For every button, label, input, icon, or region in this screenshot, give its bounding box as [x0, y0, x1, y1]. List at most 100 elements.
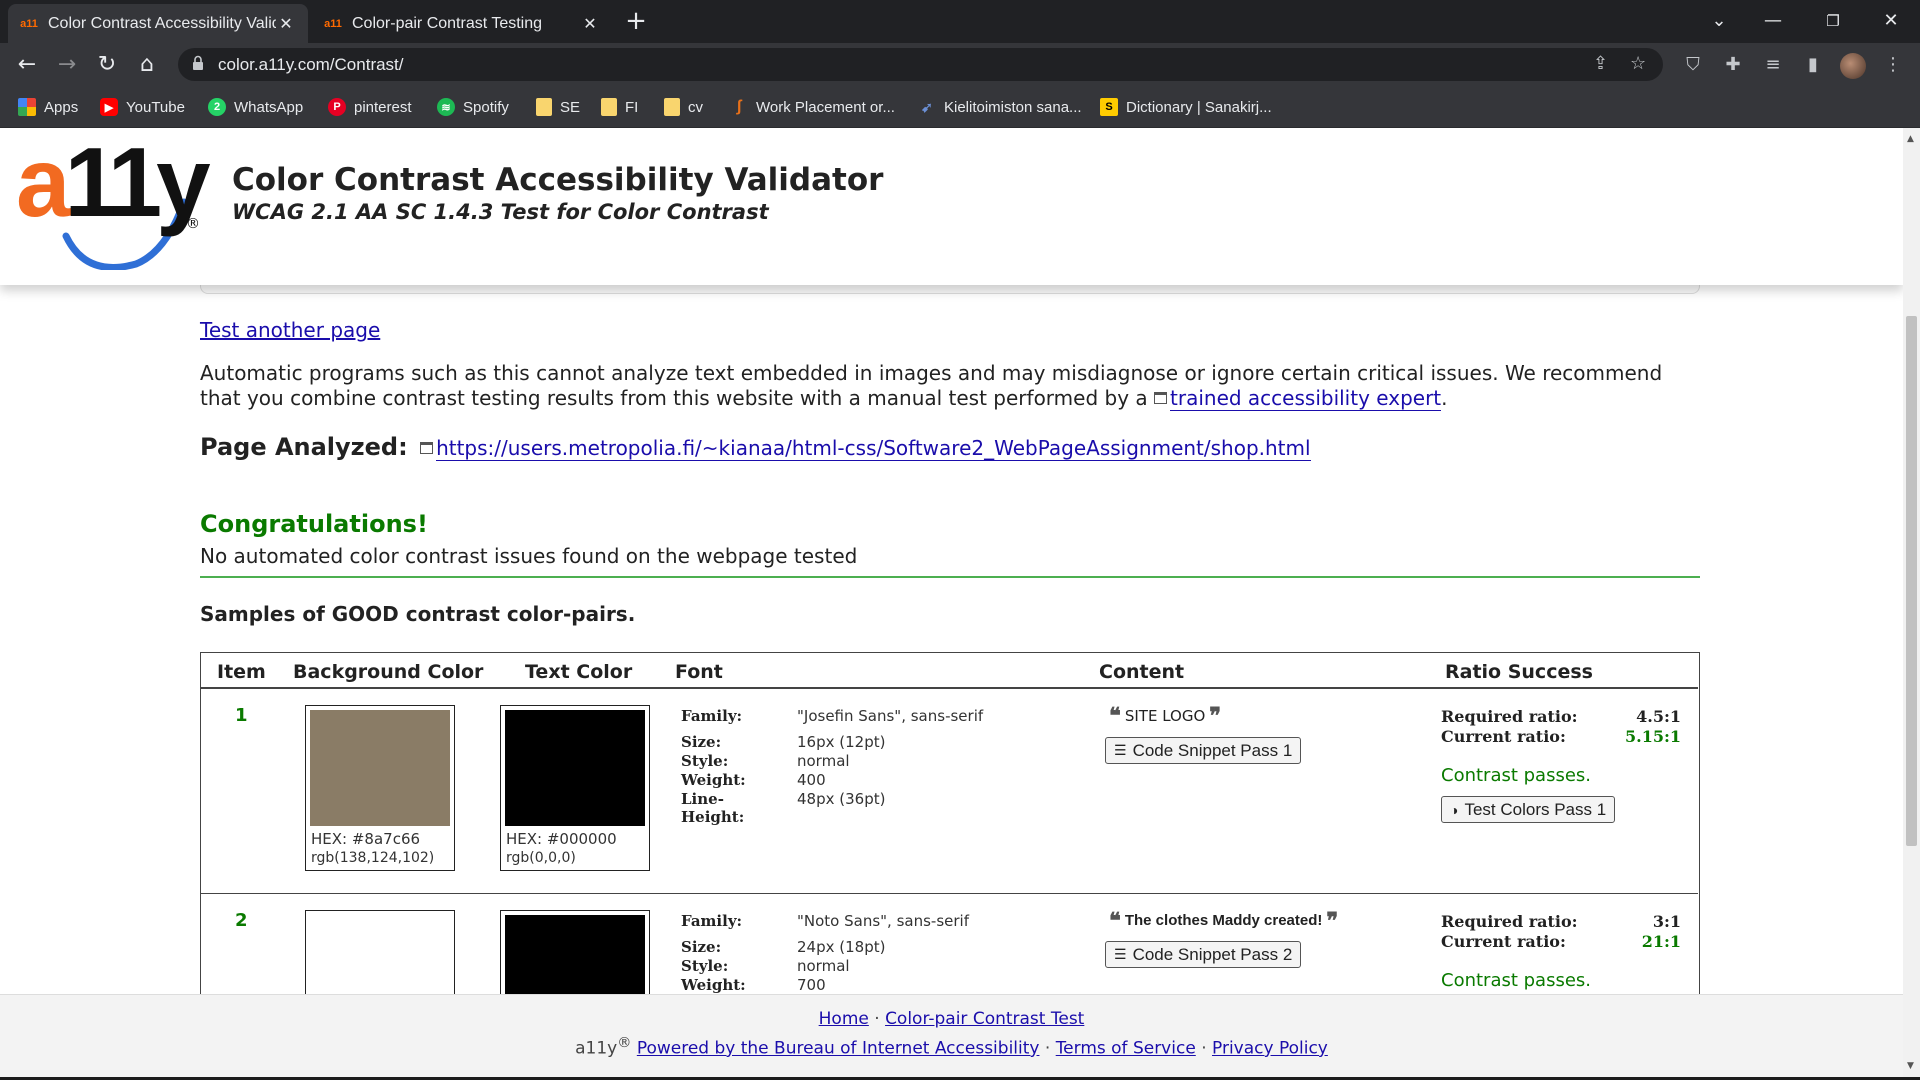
no-issues-message: No automated color contrast issues found… [200, 544, 1700, 578]
page-scrollbar[interactable]: ▲ ▼ [1903, 128, 1920, 1080]
menu-kebab-icon[interactable]: ⋮ [1880, 52, 1906, 78]
home-icon[interactable]: ⌂ [132, 50, 162, 80]
page-viewport: a11y ® Color Contrast Accessibility Vali… [0, 128, 1903, 1080]
font-family-value: "Josefin Sans", sans-serif [797, 707, 984, 725]
scroll-up-arrow-icon[interactable]: ▲ [1907, 134, 1914, 144]
header-text-color: Text Color [525, 661, 633, 683]
address-bar[interactable]: color.a11y.com/Contrast/ ⇪ ☆ [178, 48, 1663, 81]
swatch-fill [505, 710, 645, 826]
bookmark-label: pinterest [354, 98, 412, 116]
background-color-swatch: HEX: #8a7c66 rgb(138,124,102) [305, 705, 455, 871]
scrollbar-thumb[interactable] [1906, 316, 1917, 846]
logo-text: a11y [16, 128, 211, 237]
font-key: Style: [681, 752, 729, 770]
trained-expert-link[interactable]: trained accessibility expert [1170, 386, 1442, 411]
page-analyzed-url-link[interactable]: https://users.metropolia.fi/~kianaa/html… [436, 436, 1311, 461]
header-content: Content [1099, 661, 1185, 683]
swatch-hex: HEX: #8a7c66 [311, 830, 421, 848]
test-colors-button[interactable]: ◑ Test Colors Pass 1 [1441, 796, 1616, 823]
spotify-icon: ≋ [437, 98, 455, 116]
button-label: Code Snippet Pass 1 [1132, 740, 1293, 760]
new-tab-button[interactable]: + [622, 8, 650, 36]
bookmark-work-placement[interactable]: ʃ Work Placement or... [730, 96, 895, 118]
font-key: Weight: [681, 771, 746, 789]
item-number: 2 [235, 910, 248, 931]
bookmark-label: Work Placement or... [756, 98, 895, 116]
font-size-value: 16px (12pt) [797, 733, 886, 751]
ratio-success: Required ratio: 4.5:1 Current ratio: 5.15:… [1441, 707, 1681, 823]
a11y-favicon-icon: a11 [20, 17, 38, 30]
media-queue-icon[interactable]: ≡ [1760, 52, 1786, 78]
current-ratio-value: 5.15:1 [1624, 727, 1681, 746]
footer-separator: · [1201, 1038, 1207, 1059]
profile-avatar[interactable] [1840, 53, 1866, 79]
required-ratio-label: Required ratio: [1441, 912, 1578, 931]
powered-by-link[interactable]: Powered by the Bureau of Internet Access… [637, 1039, 1040, 1059]
close-window-button[interactable]: ✕ [1868, 6, 1914, 36]
share-icon[interactable]: ⇪ [1593, 53, 1608, 74]
contrast-result: Contrast passes. [1441, 765, 1592, 786]
restore-button[interactable]: ❐ [1810, 6, 1856, 36]
contrast-result: Contrast passes. [1441, 970, 1592, 991]
browser-toolbar: ← → ↻ ⌂ color.a11y.com/Contrast/ ⇪ ☆ ⛉ ✚… [0, 43, 1920, 86]
tab-title: Color-pair Contrast Testing [352, 14, 543, 32]
bookmark-label: Dictionary | Sanakirj... [1126, 98, 1272, 116]
font-weight-value: 700 [797, 976, 826, 994]
congratulations-heading: Congratulations! [200, 510, 428, 538]
header-item: Item [217, 661, 266, 683]
scroll-down-arrow-icon[interactable]: ▼ [1907, 1061, 1914, 1071]
font-key: Style: [681, 957, 729, 975]
footer-home-link[interactable]: Home [819, 1009, 869, 1029]
minimize-button[interactable]: — [1750, 6, 1796, 36]
bookmark-label: FI [625, 98, 639, 116]
forward-icon[interactable]: → [52, 50, 82, 80]
code-snippet-button[interactable]: ☰ Code Snippet Pass 1 [1105, 737, 1302, 764]
bookmark-label: YouTube [126, 98, 185, 116]
font-key: Size: [681, 938, 722, 956]
font-style-value: normal [797, 752, 850, 770]
reload-icon[interactable]: ↻ [92, 50, 122, 80]
bookmark-spotify[interactable]: ≋ Spotify [437, 96, 509, 118]
code-snippet-button[interactable]: ☰ Code Snippet Pass 2 [1105, 941, 1302, 968]
bookmark-dictionary[interactable]: S Dictionary | Sanakirj... [1100, 96, 1272, 118]
back-icon[interactable]: ← [12, 50, 42, 80]
tab-color-contrast-validator[interactable]: a11 Color Contrast Accessibility Valid ✕ [8, 4, 308, 43]
pinterest-icon: P [328, 98, 346, 116]
contrast-half-circle-icon: ◑ [1450, 801, 1459, 818]
shield-extension-icon[interactable]: ⛉ [1680, 52, 1706, 78]
bookmark-folder-fi[interactable]: FI [601, 96, 638, 118]
bookmark-folder-se[interactable]: SE [536, 96, 580, 118]
open-quote-icon: ❝ [1109, 907, 1121, 934]
button-label: Test Colors Pass 1 [1464, 799, 1607, 819]
apps-grid-icon [18, 98, 36, 116]
current-ratio-label: Current ratio: [1441, 932, 1566, 951]
tab-search-icon[interactable]: ⌄ [1696, 6, 1742, 36]
close-tab-icon[interactable]: ✕ [276, 14, 296, 34]
swatch-fill [310, 710, 450, 826]
bookmark-youtube[interactable]: ▶ YouTube [100, 96, 185, 118]
content-text: The clothes Maddy created! [1124, 912, 1323, 929]
bookmark-pinterest[interactable]: Ppinterest [328, 96, 412, 118]
test-another-page-link[interactable]: Test another page [200, 318, 380, 342]
bookmark-star-icon[interactable]: ☆ [1630, 53, 1646, 74]
a11y-logo[interactable]: a11y ® [16, 128, 211, 270]
page-analyzed: Page Analyzed: https://users.metropolia.… [200, 433, 1311, 461]
bookmark-whatsapp[interactable]: 2 WhatsApp [208, 96, 303, 118]
header-ratio-success: Ratio Success [1445, 661, 1593, 683]
extensions-puzzle-icon[interactable]: ✚ [1720, 52, 1746, 78]
footer-legal-row: a11y® Powered by the Bureau of Internet … [0, 1035, 1903, 1059]
footer-brand: a11y [575, 1038, 618, 1059]
bookmark-apps[interactable]: Apps [18, 96, 78, 118]
bookmark-label: cv [688, 98, 703, 116]
bookmark-folder-cv[interactable]: cv [664, 96, 703, 118]
required-ratio-value: 3:1 [1652, 912, 1681, 931]
swatch-rgb: rgb(138,124,102) [311, 850, 435, 866]
close-tab-icon[interactable]: ✕ [580, 14, 600, 34]
privacy-policy-link[interactable]: Privacy Policy [1212, 1039, 1328, 1059]
footer-color-pair-link[interactable]: Color-pair Contrast Test [885, 1009, 1084, 1029]
tab-color-pair-contrast-testing[interactable]: a11 Color-pair Contrast Testing ✕ [312, 4, 612, 43]
dictionary-icon: S [1100, 98, 1118, 116]
side-panel-icon[interactable]: ▮ [1800, 52, 1826, 78]
bookmark-kielitoimisto[interactable]: ➹ Kielitoimiston sana... [918, 96, 1081, 118]
terms-of-service-link[interactable]: Terms of Service [1056, 1039, 1196, 1059]
